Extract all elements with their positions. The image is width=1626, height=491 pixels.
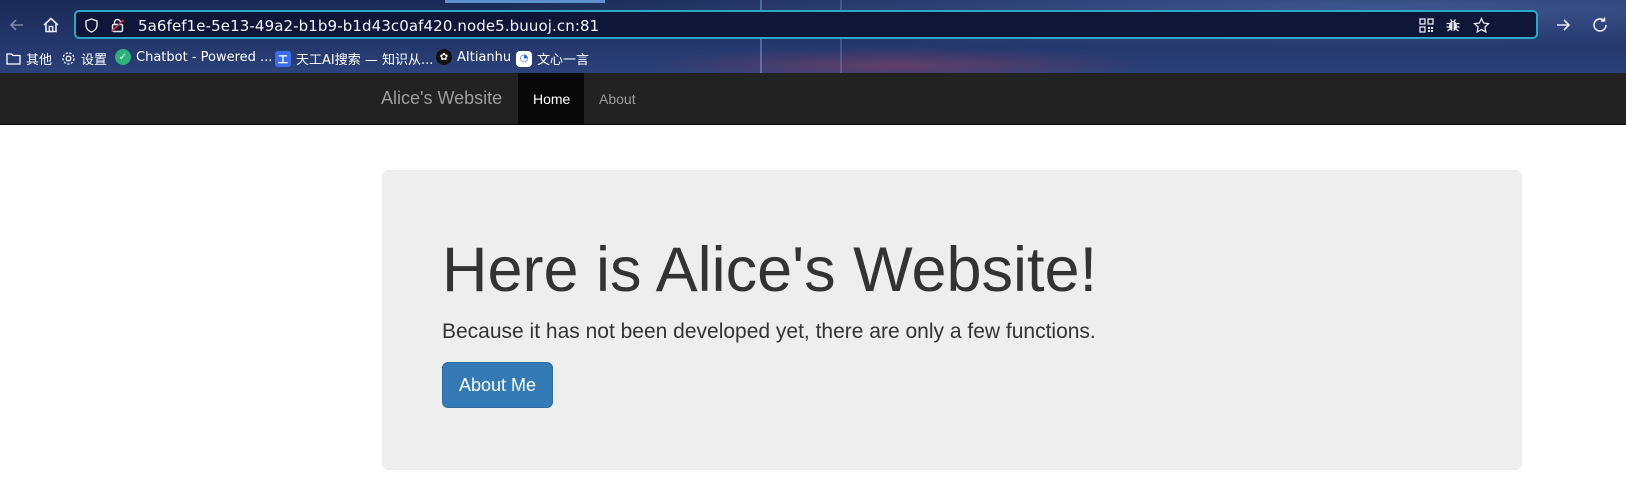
url-text[interactable]: 5a6fef1e-5e13-49a2-b1b9-b1d43c0af420.nod…	[138, 17, 599, 35]
bookmark-label: Chatbot - Powered ...	[136, 49, 273, 65]
chatbot-icon: ✓	[115, 49, 131, 65]
insecure-lock-icon[interactable]	[108, 16, 126, 34]
site-navbar: Alice's Website Home About	[0, 73, 1626, 125]
back-button[interactable]	[4, 12, 30, 38]
bookmark-chatbot[interactable]: ✓ Chatbot - Powered ...	[115, 49, 272, 65]
bookmark-settings[interactable]: 设置	[60, 49, 107, 68]
bookmark-other[interactable]: 其他	[5, 49, 52, 68]
bookmark-label: 设置	[81, 53, 108, 68]
nav-item-home[interactable]: Home	[518, 73, 584, 124]
home-icon	[43, 17, 59, 33]
home-button[interactable]	[38, 12, 64, 38]
reload-icon	[1593, 17, 1607, 32]
browser-chrome: 5a6fef1e-5e13-49a2-b1b9-b1d43c0af420.nod…	[0, 0, 1626, 73]
navbar-brand[interactable]: Alice's Website	[381, 88, 502, 109]
bookmark-aitianhu[interactable]: ✿ AItianhu	[436, 49, 511, 65]
arrow-right-icon	[1557, 19, 1571, 31]
bookmark-label: AItianhu	[457, 49, 512, 65]
openai-icon: ✿	[436, 49, 452, 65]
gear-icon	[60, 51, 76, 67]
bookmark-wenxin[interactable]: ◔ 文心一言	[516, 49, 589, 68]
background-streak	[445, 0, 605, 3]
jumbotron: Here is Alice's Website! Because it has …	[382, 170, 1522, 470]
bug-icon[interactable]	[1444, 16, 1462, 34]
intro-text: Because it has not been developed yet, t…	[442, 320, 1096, 343]
url-bar[interactable]: 5a6fef1e-5e13-49a2-b1b9-b1d43c0af420.nod…	[74, 10, 1538, 39]
nav-item-label: Home	[533, 90, 571, 107]
forward-button[interactable]	[1550, 12, 1576, 38]
qr-code-icon[interactable]	[1417, 16, 1435, 34]
nav-item-about[interactable]: About	[584, 73, 654, 124]
page-title: Here is Alice's Website!	[442, 235, 1098, 305]
bookmark-label: 其他	[26, 53, 53, 68]
about-me-button[interactable]: About Me	[442, 362, 553, 408]
star-bookmark-icon[interactable]	[1472, 16, 1490, 34]
reload-button[interactable]	[1587, 12, 1613, 38]
bookmarks-bar: 其他 设置 ✓ Chatbot - Powered ... 工 天工AI搜索 —…	[0, 47, 1626, 71]
bookmark-tiangong[interactable]: 工 天工AI搜索 — 知识从...	[275, 49, 433, 68]
folder-icon	[5, 51, 21, 67]
shield-icon[interactable]	[82, 16, 100, 34]
tiangong-icon: 工	[275, 50, 291, 67]
nav-item-label: About	[599, 90, 636, 107]
arrow-left-icon	[9, 19, 23, 31]
bookmark-label: 天工AI搜索 — 知识从...	[296, 53, 434, 68]
wenxin-icon: ◔	[516, 50, 532, 67]
bookmark-label: 文心一言	[537, 53, 590, 68]
